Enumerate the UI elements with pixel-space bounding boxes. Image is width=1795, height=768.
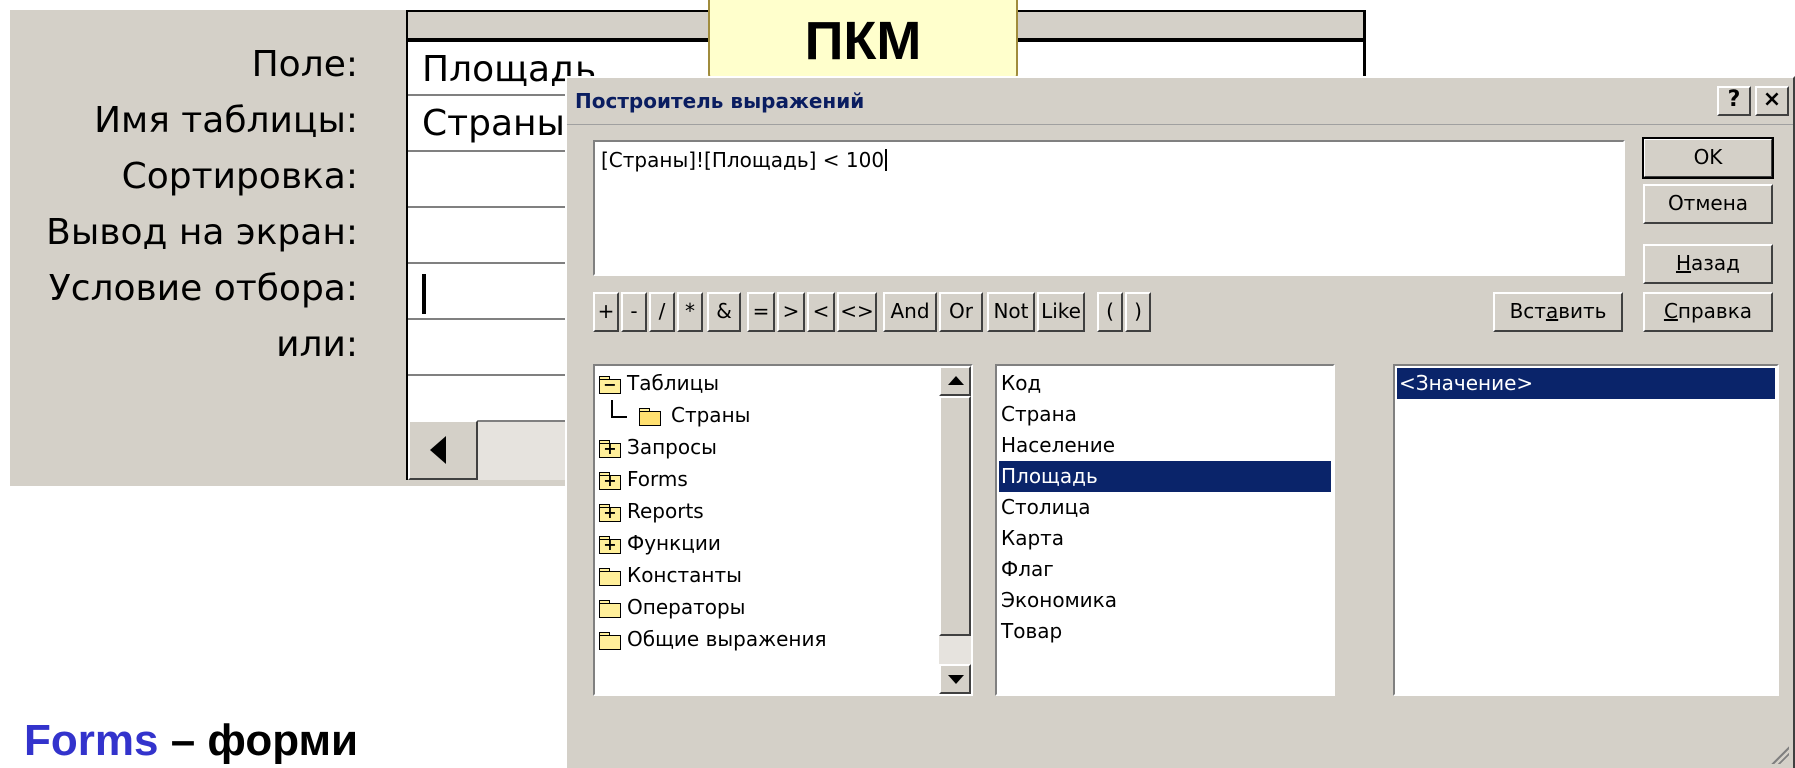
operator-multiply-button[interactable]: * (677, 292, 703, 332)
folder-plus-icon: + (599, 472, 621, 490)
expression-text: [Страны]![Площадь] < 100 (601, 148, 888, 172)
list-item[interactable]: Столица (1001, 492, 1091, 523)
tree-item-countries[interactable]: Страны (639, 400, 915, 431)
label-field: Поле: (251, 44, 358, 85)
close-button[interactable]: × (1755, 86, 1789, 116)
tree-item-reports[interactable]: + Reports (599, 496, 704, 527)
caption-rest: – форми (158, 716, 359, 765)
folder-open-icon (639, 408, 661, 426)
text-caret (885, 149, 888, 171)
operator-greater-button[interactable]: > (777, 292, 805, 332)
folder-icon (599, 632, 621, 650)
tree-vertical-scrollbar[interactable] (939, 366, 971, 694)
tree-item-operators[interactable]: Операторы (599, 592, 745, 623)
insert-button[interactable]: Вставить (1493, 292, 1623, 332)
operator-not-button[interactable]: Not (987, 292, 1035, 332)
tree-item-functions[interactable]: + Функции (599, 528, 721, 559)
list-item[interactable]: Экономика (1001, 585, 1117, 616)
caption-accent: Forms (24, 716, 159, 765)
arrow-up-icon (948, 376, 964, 385)
operator-divide-button[interactable]: / (649, 292, 675, 332)
resize-grip-icon[interactable] (1767, 742, 1789, 764)
folder-plus-icon: + (599, 536, 621, 554)
operator-like-button[interactable]: Like (1037, 292, 1085, 332)
tree-connector (611, 400, 627, 418)
label-or: или: (276, 324, 358, 365)
tree-item-constants[interactable]: Константы (599, 560, 742, 591)
list-item[interactable]: Товар (1001, 616, 1062, 647)
values-list[interactable]: <Значение> (1393, 364, 1779, 696)
help-button[interactable]: Справка (1643, 292, 1773, 332)
help-title-button[interactable]: ? (1717, 86, 1751, 116)
arrow-left-icon (430, 436, 446, 464)
folder-plus-icon: + (599, 440, 621, 458)
operator-and-button[interactable]: And (883, 292, 937, 332)
expression-editor[interactable]: [Страны]![Площадь] < 100 (593, 140, 1625, 276)
scroll-down-button[interactable] (939, 664, 971, 694)
fields-list[interactable]: Код Страна Население Площадь Столица Кар… (995, 364, 1335, 696)
operator-equal-button[interactable]: = (747, 292, 775, 332)
tree-item-forms[interactable]: + Forms (599, 464, 688, 495)
list-item[interactable]: Страна (1001, 399, 1077, 430)
label-sort: Сортировка: (121, 156, 358, 197)
label-table-name: Имя таблицы: (94, 100, 358, 141)
folder-icon (599, 568, 621, 586)
tree-item-tables[interactable]: − Таблицы (599, 368, 719, 399)
operator-open-paren-button[interactable]: ( (1097, 292, 1123, 332)
callout-label: ПКМ (708, 0, 1018, 84)
list-item-selected[interactable]: Площадь (999, 461, 1331, 492)
caption-text: Forms – форми (24, 716, 358, 766)
operator-not-equal-button[interactable]: <> (837, 292, 877, 332)
operator-or-button[interactable]: Or (939, 292, 983, 332)
folder-icon (599, 600, 621, 618)
scroll-thumb[interactable] (939, 396, 971, 636)
back-button[interactable]: Назад (1643, 244, 1773, 284)
list-item[interactable]: Население (1001, 430, 1115, 461)
list-item[interactable]: Код (1001, 368, 1041, 399)
folder-minus-icon: − (599, 376, 621, 394)
object-tree-list[interactable]: − Таблицы Страны + Запросы + Forms + Reports… (593, 364, 973, 696)
tree-item-queries[interactable]: + Запросы (599, 432, 717, 463)
expression-builder-dialog: Построитель выражений ? × [Страны]![Площ… (565, 76, 1795, 768)
list-item[interactable]: Карта (1001, 523, 1064, 554)
tree-item-common-expressions[interactable]: Общие выражения (599, 624, 827, 655)
arrow-down-icon (948, 675, 964, 684)
dialog-title: Построитель выражений (575, 89, 865, 113)
ok-button[interactable]: OK (1642, 137, 1774, 179)
label-criteria: Условие отбора: (48, 268, 358, 309)
operator-minus-button[interactable]: - (621, 292, 647, 332)
operator-plus-button[interactable]: + (593, 292, 619, 332)
operator-close-paren-button[interactable]: ) (1125, 292, 1151, 332)
operator-concat-button[interactable]: & (707, 292, 741, 332)
dialog-titlebar[interactable]: Построитель выражений ? × (567, 78, 1793, 125)
text-caret (422, 274, 426, 314)
cancel-button[interactable]: Отмена (1643, 184, 1773, 224)
list-item[interactable]: Флаг (1001, 554, 1054, 585)
scroll-left-button[interactable] (408, 420, 478, 480)
label-show: Вывод на экран: (46, 212, 358, 253)
operator-less-button[interactable]: < (807, 292, 835, 332)
folder-plus-icon: + (599, 504, 621, 522)
list-item-selected[interactable]: <Значение> (1397, 368, 1775, 399)
scroll-up-button[interactable] (939, 366, 971, 396)
